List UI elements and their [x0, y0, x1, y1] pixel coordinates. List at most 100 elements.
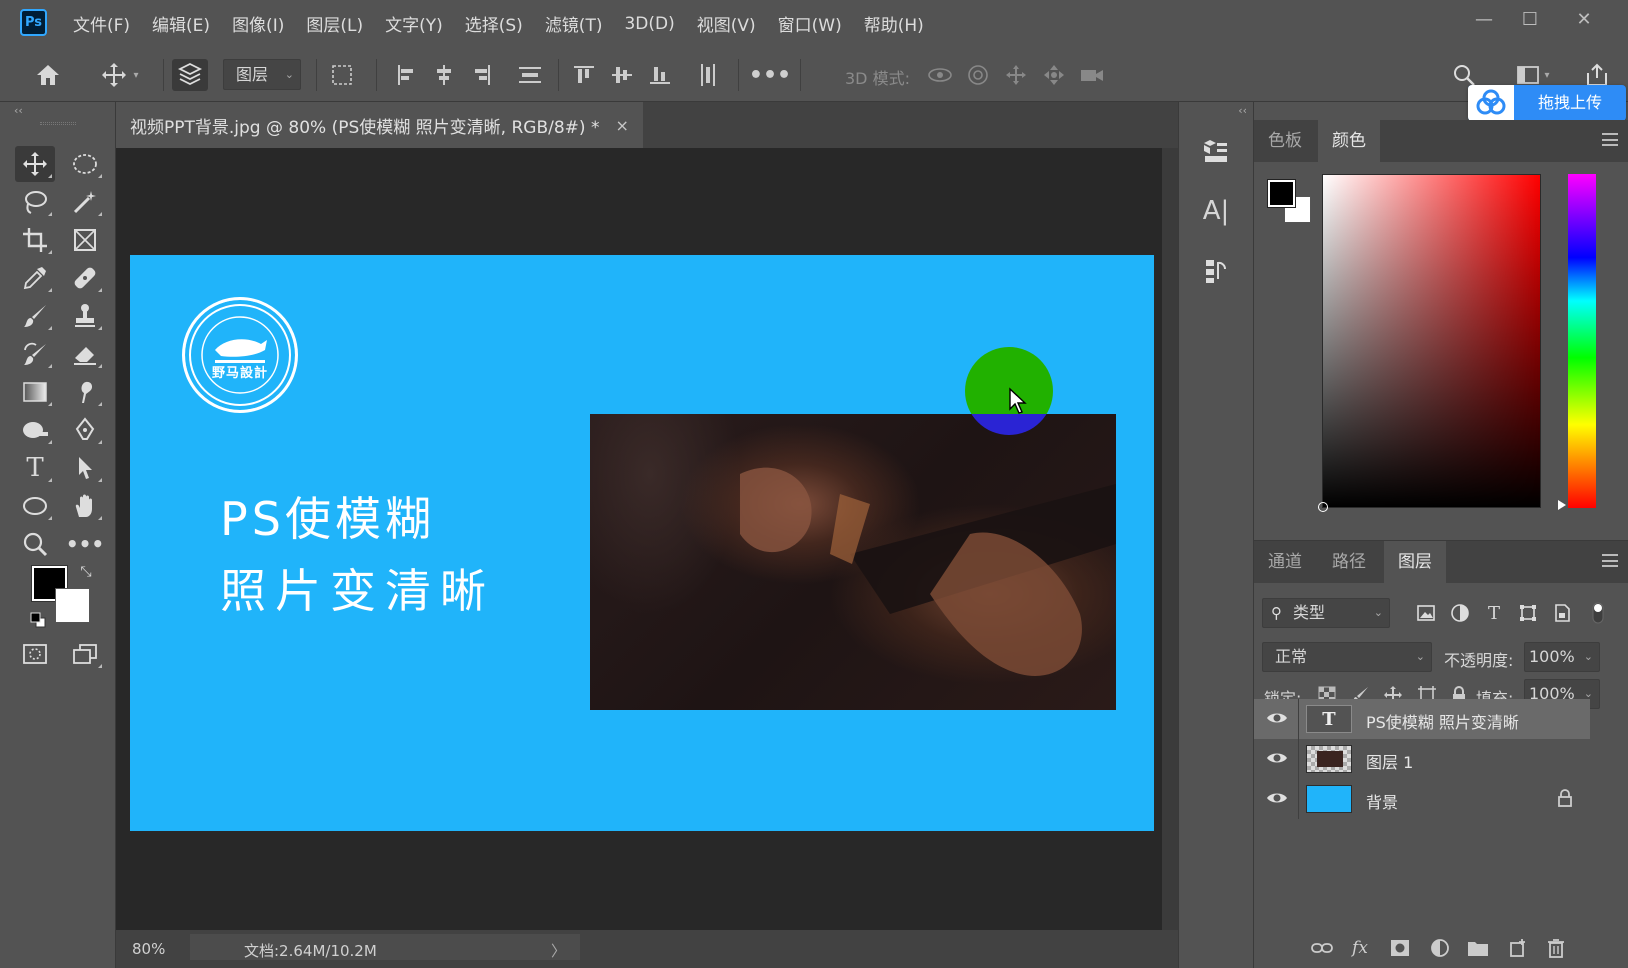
- filter-toggle-icon[interactable]: [1584, 599, 1612, 627]
- auto-select-icon[interactable]: [172, 59, 208, 91]
- collapse-toolbar-icon[interactable]: ‹‹: [14, 104, 23, 117]
- tab-swatches[interactable]: 色板: [1254, 120, 1316, 162]
- layers-panel-menu-icon[interactable]: [1602, 554, 1618, 567]
- ellipse-marquee-icon[interactable]: [65, 146, 105, 182]
- 3d-orbit-icon[interactable]: [924, 59, 956, 91]
- brush-tool-icon[interactable]: [15, 298, 55, 334]
- auto-select-dropdown[interactable]: 图层 ⌄: [223, 59, 301, 90]
- gradient-tool-icon[interactable]: [15, 374, 55, 410]
- menu-image[interactable]: 图像(I): [221, 11, 295, 36]
- align-right-icon[interactable]: [466, 59, 498, 91]
- link-layers-icon[interactable]: [1308, 935, 1336, 961]
- align-vcenter-icon[interactable]: [606, 59, 638, 91]
- hue-slider-handle[interactable]: [1558, 500, 1566, 510]
- transform-controls-icon[interactable]: [324, 59, 360, 91]
- crop-tool-icon[interactable]: [15, 222, 55, 258]
- screen-mode-icon[interactable]: [65, 636, 105, 672]
- close-button[interactable]: ✕: [1564, 6, 1604, 34]
- distribute-vertical-icon[interactable]: [512, 59, 548, 91]
- move-tool-preset-icon[interactable]: ▾: [92, 59, 148, 91]
- hue-slider[interactable]: [1568, 174, 1596, 508]
- tab-channels[interactable]: 通道: [1254, 541, 1316, 583]
- shape-filter-icon[interactable]: [1514, 599, 1542, 627]
- layer-row-text[interactable]: T PS使模糊 照片变清晰: [1254, 699, 1590, 739]
- 3d-camera-icon[interactable]: [1076, 59, 1108, 91]
- close-tab-icon[interactable]: ×: [615, 116, 628, 135]
- lasso-tool-icon[interactable]: [15, 184, 55, 220]
- menu-window[interactable]: 窗口(W): [767, 11, 853, 36]
- layer-style-fx-icon[interactable]: fx: [1346, 935, 1374, 961]
- minimize-button[interactable]: —: [1464, 6, 1504, 34]
- layer-name[interactable]: 背景: [1366, 789, 1398, 813]
- drag-upload-button[interactable]: 拖拽上传: [1468, 85, 1626, 121]
- menu-file[interactable]: 文件(F): [62, 11, 141, 36]
- eraser-tool-icon[interactable]: [65, 336, 105, 372]
- canvas-scrollbar[interactable]: [1162, 148, 1178, 930]
- history-brush-icon[interactable]: [15, 336, 55, 372]
- align-top-icon[interactable]: [568, 59, 600, 91]
- more-options-icon[interactable]: •••: [749, 59, 791, 91]
- default-colors-icon[interactable]: [28, 610, 48, 630]
- distribute-horizontal-icon[interactable]: [692, 59, 724, 91]
- ellipse-shape-icon[interactable]: [15, 488, 55, 524]
- 3d-pan-icon[interactable]: [1000, 59, 1032, 91]
- menu-filter[interactable]: 滤镜(T): [534, 11, 614, 36]
- lock-icon[interactable]: [1558, 789, 1572, 811]
- tab-color[interactable]: 颜色: [1318, 120, 1380, 162]
- collapse-panels-icon[interactable]: ‹‹: [1238, 104, 1247, 117]
- menu-edit[interactable]: 编辑(E): [141, 11, 221, 36]
- menu-view[interactable]: 视图(V): [686, 11, 767, 36]
- menu-layer[interactable]: 图层(L): [295, 11, 374, 36]
- document-canvas[interactable]: 野马設計 PS使模糊 照片变清晰: [130, 255, 1154, 831]
- pen-tool-icon[interactable]: [65, 412, 105, 448]
- document-tab[interactable]: 视频PPT背景.jpg @ 80% (PS使模糊 照片变清晰, RGB/8#) …: [116, 102, 643, 148]
- menu-select[interactable]: 选择(S): [454, 11, 534, 36]
- panel-menu-icon[interactable]: [1602, 133, 1618, 146]
- delete-layer-trash-icon[interactable]: [1542, 935, 1570, 961]
- smudge-tool-icon[interactable]: [65, 374, 105, 410]
- visibility-eye-icon[interactable]: [1266, 790, 1288, 808]
- move-tool-icon[interactable]: [15, 146, 55, 182]
- maximize-button[interactable]: ☐: [1510, 6, 1550, 34]
- character-panel-icon[interactable]: A|: [1195, 190, 1237, 232]
- eyedropper-icon[interactable]: [15, 260, 55, 296]
- new-group-folder-icon[interactable]: [1464, 935, 1492, 961]
- add-mask-icon[interactable]: [1386, 935, 1414, 961]
- swap-colors-icon[interactable]: ⤡: [76, 562, 96, 582]
- zoom-tool-icon[interactable]: [15, 526, 55, 562]
- tab-layers[interactable]: 图层: [1384, 541, 1446, 583]
- properties-icon[interactable]: [1195, 250, 1237, 292]
- color-picker-cursor[interactable]: [1318, 502, 1328, 512]
- layer-name[interactable]: 图层 1: [1366, 749, 1413, 773]
- dodge-tool-icon[interactable]: [15, 412, 55, 448]
- toolbar-grip[interactable]: [40, 122, 76, 125]
- visibility-eye-icon[interactable]: [1266, 750, 1288, 768]
- align-hcenter-icon[interactable]: [428, 59, 460, 91]
- 3d-slide-icon[interactable]: [1038, 59, 1070, 91]
- menu-help[interactable]: 帮助(H): [853, 11, 935, 36]
- menu-type[interactable]: 文字(Y): [374, 11, 454, 36]
- zoom-level[interactable]: 80%: [132, 940, 165, 958]
- menu-3d[interactable]: 3D(D): [613, 14, 685, 34]
- color-picker-field[interactable]: [1318, 174, 1541, 512]
- visibility-eye-icon[interactable]: [1266, 710, 1288, 728]
- type-filter-icon[interactable]: T: [1480, 599, 1508, 627]
- quick-mask-icon[interactable]: [15, 636, 55, 672]
- layer-row-image[interactable]: 图层 1: [1254, 739, 1590, 779]
- libraries-icon[interactable]: [1195, 130, 1237, 172]
- magic-wand-icon[interactable]: [65, 184, 105, 220]
- chevron-right-icon[interactable]: 〉: [551, 940, 566, 961]
- type-tool-icon[interactable]: T: [15, 450, 55, 486]
- edit-toolbar-icon[interactable]: •••: [65, 526, 105, 562]
- clone-stamp-icon[interactable]: [65, 298, 105, 334]
- tab-paths[interactable]: 路径: [1318, 541, 1380, 583]
- align-left-icon[interactable]: [390, 59, 422, 91]
- path-selection-icon[interactable]: [65, 450, 105, 486]
- 3d-roll-icon[interactable]: [962, 59, 994, 91]
- layer-filter-dropdown[interactable]: ⚲ 类型 ⌄: [1262, 598, 1390, 628]
- doc-info-field[interactable]: 文档:2.64M/10.2M 〉: [190, 934, 580, 960]
- adjustment-layer-icon[interactable]: [1426, 935, 1454, 961]
- hand-tool-icon[interactable]: [65, 488, 105, 524]
- adjustment-filter-icon[interactable]: [1446, 599, 1474, 627]
- background-color-swatch[interactable]: [55, 588, 90, 623]
